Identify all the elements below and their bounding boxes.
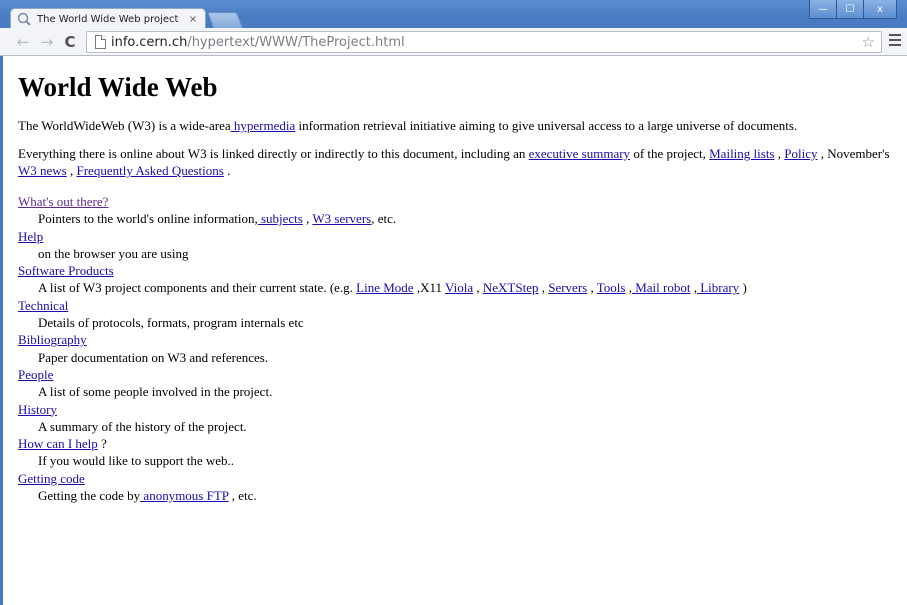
close-icon[interactable]: ×: [185, 14, 201, 25]
page-content: World Wide Web The WorldWideWeb (W3) is …: [18, 56, 903, 504]
url-host: info.cern.ch: [111, 34, 188, 50]
overview-paragraph: Everything there is online about W3 is l…: [18, 145, 903, 179]
sep-text: ,: [473, 280, 483, 296]
list-item-desc: Pointers to the world's online informati…: [38, 210, 903, 227]
link-tools[interactable]: Tools: [597, 280, 626, 295]
sep-text: ,: [302, 211, 313, 227]
intro-paragraph: The WorldWideWeb (W3) is a wide-area hyp…: [18, 117, 903, 134]
browser-toolbar: ← → C info.cern.ch/hypertext/WWW/TheProj…: [0, 28, 907, 56]
window-left-border: [0, 56, 3, 605]
page-title: World Wide Web: [18, 72, 218, 102]
link-whats-out-there[interactable]: What's out there?: [18, 194, 108, 209]
list-item-desc: A summary of the history of the project.: [38, 418, 247, 434]
window-titlebar: — ☐ x The World Wide Web project ×: [0, 0, 907, 29]
url-path: /hypertext/WWW/TheProject.html: [187, 34, 405, 50]
link-viola[interactable]: Viola: [445, 280, 473, 295]
tab-title: The World Wide Web project: [37, 13, 179, 25]
overview-sep-2: ,: [66, 163, 77, 178]
desc-text: , etc.: [371, 211, 397, 227]
menu-icon[interactable]: [889, 34, 901, 48]
window-controls: — ☐ x: [809, 0, 897, 20]
link-getting-code[interactable]: Getting code: [18, 471, 85, 486]
desc-text: ): [739, 280, 747, 296]
overview-text-4: .: [223, 163, 231, 178]
list-item-desc: on the browser you are using: [38, 245, 189, 261]
sep-text: ,: [538, 280, 549, 296]
list-item-desc: Getting the code by anonymous FTP , etc.: [38, 487, 903, 504]
link-line-mode[interactable]: Line Mode: [356, 280, 413, 295]
list-item: How can I help ?: [18, 435, 903, 452]
link-subjects[interactable]: subjects: [258, 211, 303, 226]
list-item: History: [18, 401, 903, 418]
list-item: Technical: [18, 297, 903, 314]
link-history[interactable]: History: [18, 402, 57, 417]
link-mail-robot[interactable]: Mail robot: [632, 280, 690, 295]
list-item-desc: Details of protocols, formats, program i…: [38, 315, 304, 331]
list-item: Bibliography: [18, 331, 903, 348]
list-item-desc: If you would like to support the web..: [38, 453, 235, 469]
list-item: Getting code: [18, 470, 903, 487]
overview-text-2: of the project,: [630, 146, 710, 161]
list-item: Software Products: [18, 262, 903, 279]
link-executive-summary[interactable]: executive summary: [529, 146, 630, 161]
link-w3-servers[interactable]: W3 servers: [312, 211, 371, 226]
link-faq[interactable]: Frequently Asked Questions: [77, 163, 224, 178]
link-w3-news[interactable]: W3 news: [18, 163, 67, 178]
link-servers[interactable]: Servers: [548, 280, 587, 295]
section-list: What's out there? Pointers to the world'…: [18, 193, 903, 504]
list-item: What's out there?: [18, 193, 903, 210]
back-arrow-icon[interactable]: ←: [14, 33, 32, 51]
intro-text-2: information retrieval initiative aiming …: [295, 118, 798, 133]
tab-active[interactable]: The World Wide Web project ×: [10, 8, 206, 29]
desc-text: ,X11: [413, 280, 445, 296]
sep-text: ,: [587, 280, 597, 296]
new-tab-button[interactable]: [207, 12, 243, 28]
list-item: Help: [18, 228, 903, 245]
link-anonymous-ftp[interactable]: anonymous FTP: [140, 488, 228, 503]
link-help[interactable]: Help: [18, 229, 43, 244]
desc-text: Getting the code by: [38, 488, 141, 504]
maximize-icon[interactable]: ☐: [836, 0, 864, 19]
window-close-icon[interactable]: x: [863, 0, 897, 19]
link-library[interactable]: Library: [697, 280, 739, 295]
link-policy[interactable]: Policy: [784, 146, 817, 161]
overview-sep-1: ,: [774, 146, 785, 161]
list-item: People: [18, 366, 903, 383]
overview-text-1: Everything there is online about W3 is l…: [18, 146, 529, 161]
intro-text-1: The WorldWideWeb (W3) is a wide-area: [18, 118, 231, 133]
desc-text: , etc.: [228, 488, 257, 504]
suffix-text: ?: [97, 436, 107, 452]
link-people[interactable]: People: [18, 367, 53, 382]
link-software-products[interactable]: Software Products: [18, 263, 114, 278]
star-icon[interactable]: ☆: [862, 32, 875, 52]
tab-favicon-icon: [17, 12, 31, 26]
list-item-desc: Paper documentation on W3 and references…: [38, 349, 269, 365]
reload-icon[interactable]: C: [61, 33, 79, 51]
link-hypermedia[interactable]: hypermedia: [231, 118, 295, 133]
link-mailing-lists[interactable]: Mailing lists: [709, 146, 774, 161]
overview-text-3: , November's: [817, 146, 890, 161]
desc-text: A list of W3 project components and thei…: [38, 280, 357, 296]
list-item-desc: A list of W3 project components and thei…: [38, 279, 903, 296]
address-bar[interactable]: info.cern.ch/hypertext/WWW/TheProject.ht…: [86, 31, 882, 53]
link-how-can-i-help[interactable]: How can I help: [18, 436, 98, 451]
page-icon: [95, 35, 106, 49]
link-bibliography[interactable]: Bibliography: [18, 332, 87, 347]
forward-arrow-icon[interactable]: →: [38, 33, 56, 51]
link-nextstep[interactable]: NeXTStep: [483, 280, 539, 295]
desc-text: Pointers to the world's online informati…: [38, 211, 258, 227]
link-technical[interactable]: Technical: [18, 298, 68, 313]
list-item-desc: A list of some people involved in the pr…: [38, 384, 273, 400]
minimize-icon[interactable]: —: [809, 0, 837, 19]
